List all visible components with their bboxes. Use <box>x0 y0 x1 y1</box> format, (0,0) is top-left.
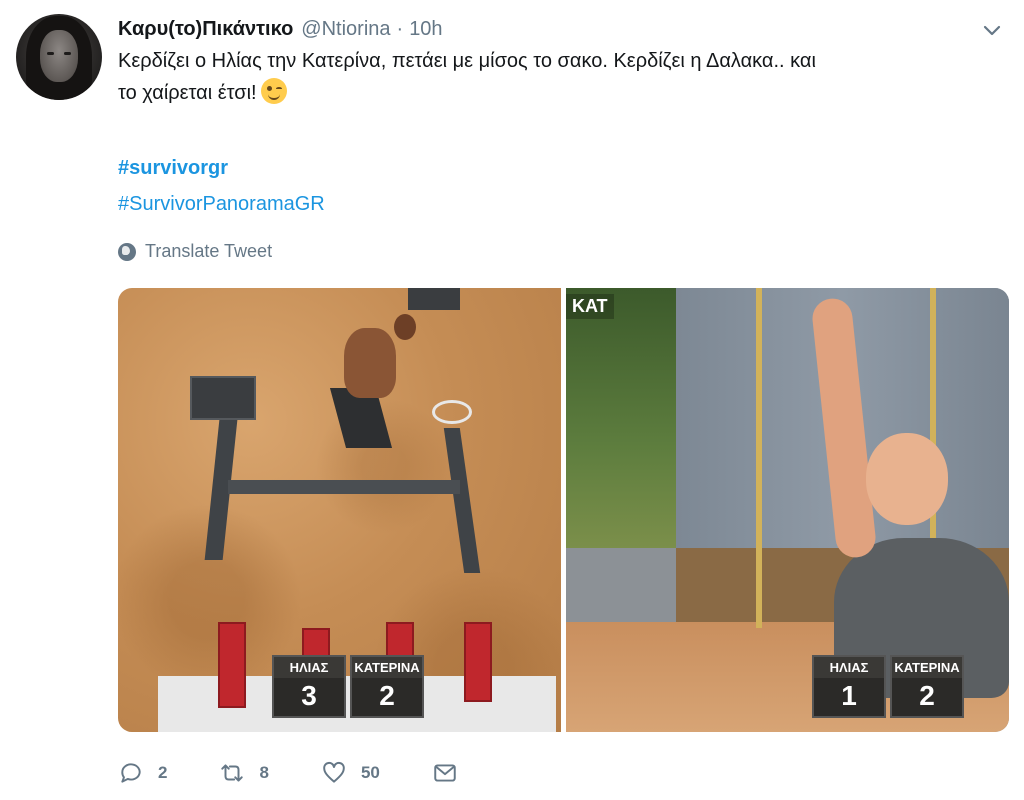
tweet-actions: 2 8 50 <box>118 760 524 786</box>
team-score: ΚΑΤΕΡΙΝΑ 2 <box>350 655 424 718</box>
reply-button[interactable]: 2 <box>118 760 167 786</box>
team-score: ΗΛΙΑΣ 1 <box>812 655 886 718</box>
team-score: ΗΛΙΑΣ 3 <box>272 655 346 718</box>
scoreboard: ΗΛΙΑΣ 1 ΚΑΤΕΡΙΝΑ 2 <box>812 655 964 718</box>
winking-face-emoji <box>260 78 287 104</box>
timestamp[interactable]: 10h <box>409 18 442 41</box>
user-handle[interactable]: @Ntiorina <box>301 18 390 41</box>
tweet-media[interactable]: ΗΛΙΑΣ 3 ΚΑΤΕΡΙΝΑ 2 ΚΑΤ ΗΛΙΑΣ 1 ΚΑΤΕΡΙΝΑ <box>118 288 1009 732</box>
tweet-text-line1: Κερδίζει ο Ηλίας την Κατερίνα, πετάει με… <box>118 50 816 72</box>
globe-icon <box>118 242 136 261</box>
like-icon <box>323 761 345 783</box>
team-score: ΚΑΤΕΡΙΝΑ 2 <box>890 655 964 718</box>
hashtag-survivorgr[interactable]: #survivorgr <box>118 157 228 180</box>
retweet-count: 8 <box>259 763 269 782</box>
reply-count: 2 <box>158 763 168 782</box>
translate-tweet-link[interactable]: Translate Tweet <box>118 241 272 262</box>
direct-message-button[interactable] <box>432 760 472 786</box>
media-photo-right[interactable]: ΚΑΤ ΗΛΙΑΣ 1 ΚΑΤΕΡΙΝΑ 2 <box>566 288 1009 732</box>
tweet-header: Καρυ(το)Πικάντικο @Ntiorina · 10h <box>118 14 1004 44</box>
tweet-text: Κερδίζει ο Ηλίας την Κατερίνα, πετάει με… <box>118 45 998 109</box>
scoreboard: ΗΛΙΑΣ 3 ΚΑΤΕΡΙΝΑ 2 <box>272 655 424 718</box>
message-icon <box>434 764 456 782</box>
reply-icon <box>121 763 141 783</box>
separator: · <box>396 17 404 40</box>
caret-down-icon[interactable] <box>980 18 1004 42</box>
retweet-button[interactable]: 8 <box>219 760 269 786</box>
avatar[interactable] <box>16 14 102 100</box>
tweet-text-line2: το χαίρεται έτσι! <box>118 82 257 104</box>
hashtag-survivorpanoramagr[interactable]: #SurvivorPanoramaGR <box>118 193 325 216</box>
channel-logo: ΚΑΤ <box>566 294 614 319</box>
retweet-icon <box>221 764 244 782</box>
display-name[interactable]: Καρυ(το)Πικάντικο <box>118 18 293 41</box>
translate-label: Translate Tweet <box>145 241 273 261</box>
like-count: 50 <box>360 763 380 782</box>
like-button[interactable]: 50 <box>321 760 380 786</box>
media-photo-left[interactable]: ΗΛΙΑΣ 3 ΚΑΤΕΡΙΝΑ 2 <box>118 288 561 732</box>
